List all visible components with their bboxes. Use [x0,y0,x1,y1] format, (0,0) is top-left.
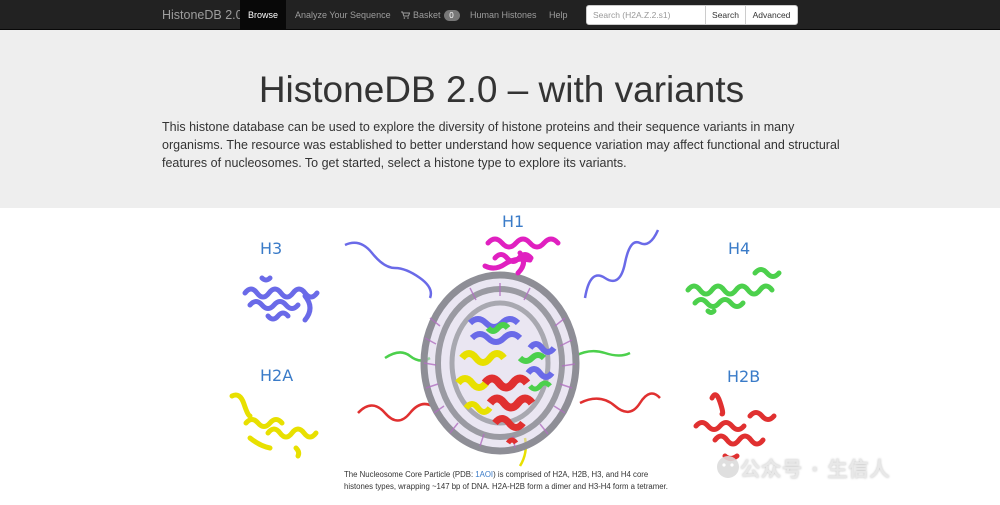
nav-basket-label: Basket [413,10,441,20]
search-form: Search Advanced [586,5,798,25]
search-button[interactable]: Search [705,5,746,25]
h2b-label[interactable]: H2B [727,367,760,386]
pdb-1aoi-link[interactable]: 1AOI [475,470,493,479]
figure-caption: The Nucleosome Core Particle (PDB: 1AOI)… [344,469,674,492]
nav-browse[interactable]: Browse [240,0,286,30]
nav-help[interactable]: Help [549,0,568,30]
nav-human-histones[interactable]: Human Histones [470,0,537,30]
top-navbar: HistoneDB 2.0 Browse Analyze Your Sequen… [0,0,1000,30]
h2a-label[interactable]: H2A [260,366,293,385]
page-title: HistoneDB 2.0 – with variants [258,69,745,110]
h1-label[interactable]: H1 [502,212,524,231]
h3-structure [242,275,320,323]
h4-label[interactable]: H4 [728,239,750,258]
brand-logo[interactable]: HistoneDB 2.0 [162,0,243,30]
nav-analyze-sequence[interactable]: Analyze Your Sequence [295,0,391,30]
h2b-tail-left [357,402,436,422]
wechat-logo-icon [717,456,739,478]
h2b-tail-right [579,392,661,413]
h1-structure [482,236,561,276]
watermark-text: 公众号 · 生信人 [740,456,891,481]
h4-tail-right [574,349,631,358]
h2a-structure [229,392,319,459]
basket-count-badge: 0 [443,10,460,21]
h2b-structure [693,392,777,461]
h3-label[interactable]: H3 [260,239,282,258]
intro-paragraph: This histone database can be used to exp… [162,120,840,170]
advanced-search-button[interactable]: Advanced [745,5,798,25]
nucleosome-figure: H1 H3 H4 H2A H2B The Nucleosome Core Par… [0,208,1000,505]
h3-tail-left [344,241,433,299]
nucleosome-core [420,271,580,455]
search-input[interactable] [586,5,706,25]
caption-text-start: The Nucleosome Core Particle (PDB: [344,470,476,479]
shopping-cart-icon [401,1,411,31]
nav-basket[interactable]: Basket 0 [401,0,460,30]
h3-tail-right [583,229,660,299]
watermark: 公众号 · 生信人 [740,452,891,482]
h4-structure [685,267,782,315]
jumbotron: HistoneDB 2.0 – with variants This histo… [0,30,1000,208]
